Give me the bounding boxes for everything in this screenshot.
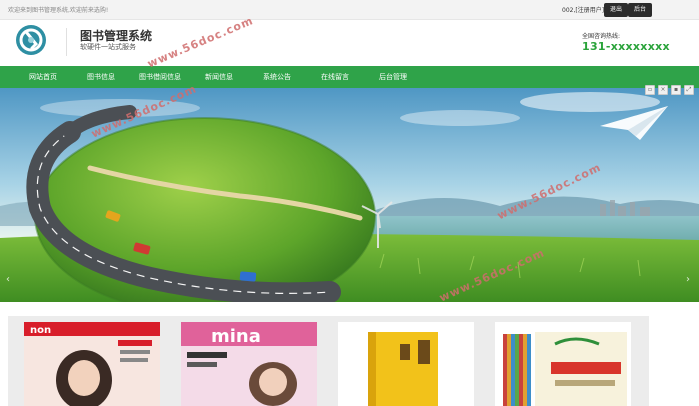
banner-dot[interactable] bbox=[323, 309, 337, 311]
svg-text:mina: mina bbox=[211, 326, 261, 347]
main-nav: 网站首页 图书信息 图书借阅信息 新闻信息 系统公告 在线留言 后台管理 bbox=[0, 66, 699, 88]
admin-button[interactable]: 后台 bbox=[628, 3, 653, 17]
nav-item-announcements[interactable]: 系统公告 bbox=[252, 66, 302, 88]
copy-icon[interactable]: ▪ bbox=[671, 85, 681, 95]
banner-prev-arrow[interactable]: ‹ bbox=[6, 274, 10, 285]
image-toolbar: ▫ × ▪ ⤢ bbox=[645, 76, 699, 95]
site-header: 图书管理系统 软硬件一站式服务 全国咨询热线: 131-xxxxxxxx bbox=[0, 20, 699, 66]
site-logo[interactable] bbox=[15, 24, 47, 56]
logo-icon bbox=[16, 25, 46, 55]
banner-dot[interactable] bbox=[306, 309, 320, 311]
svg-text:non: non bbox=[30, 325, 51, 336]
nav-item-news[interactable]: 新闻信息 bbox=[194, 66, 244, 88]
banner-next-arrow[interactable]: › bbox=[686, 274, 690, 285]
hero-banner[interactable]: ‹ › bbox=[0, 88, 699, 302]
header-divider bbox=[66, 28, 67, 56]
nav-item-home[interactable]: 网站首页 bbox=[18, 66, 68, 88]
nav-item-admin[interactable]: 后台管理 bbox=[368, 66, 418, 88]
book-card[interactable] bbox=[338, 322, 474, 406]
book-cover-children-set bbox=[495, 322, 631, 406]
top-bar: 欢迎来到图书管理系统,欢迎前来选购! 002,[注册用户] 退出 后台 bbox=[0, 0, 699, 20]
welcome-text: 欢迎来到图书管理系统,欢迎前来选购! bbox=[8, 7, 109, 14]
save-icon[interactable]: ▫ bbox=[645, 85, 655, 95]
expand-icon[interactable]: ⤢ bbox=[684, 85, 694, 95]
banner-pagination bbox=[289, 296, 340, 311]
resize-icon[interactable]: × bbox=[658, 85, 668, 95]
banner-dot[interactable] bbox=[289, 309, 303, 311]
book-cover-magazine-pink: mina bbox=[181, 322, 317, 406]
book-cover-magazine-red: non bbox=[24, 322, 160, 406]
logout-button[interactable]: 退出 bbox=[604, 3, 629, 17]
hotline-label: 全国咨询热线: bbox=[582, 33, 621, 40]
site-subtitle: 软硬件一站式服务 bbox=[80, 43, 136, 51]
hotline-number: 131-xxxxxxxx bbox=[582, 40, 670, 53]
book-card[interactable]: non bbox=[24, 322, 160, 406]
book-shelf: non mina bbox=[8, 316, 649, 406]
user-info[interactable]: 002,[注册用户] bbox=[562, 5, 604, 14]
nav-item-borrowing[interactable]: 图书借阅信息 bbox=[132, 66, 188, 88]
book-cover-yellow bbox=[338, 322, 474, 406]
book-card[interactable]: mina bbox=[181, 322, 317, 406]
nav-item-books[interactable]: 图书信息 bbox=[76, 66, 126, 88]
book-card[interactable] bbox=[495, 322, 631, 406]
banner-image bbox=[0, 88, 699, 302]
nav-item-messages[interactable]: 在线留言 bbox=[310, 66, 360, 88]
